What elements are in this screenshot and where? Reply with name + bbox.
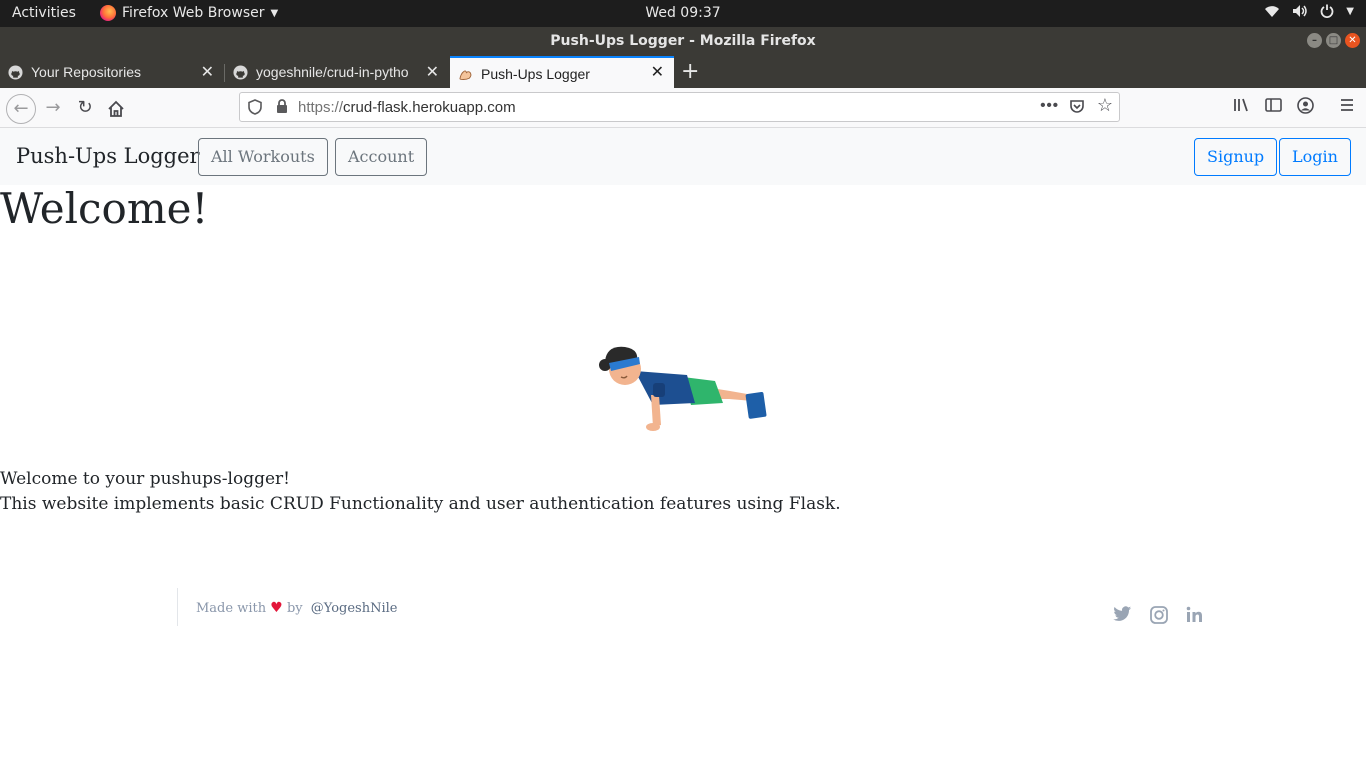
caret-down-icon: ▼ — [1346, 5, 1354, 17]
flexed-arm-icon — [459, 70, 472, 80]
all-workouts-button[interactable]: All Workouts — [198, 138, 328, 176]
github-icon — [233, 65, 248, 80]
power-icon — [1320, 4, 1334, 18]
caret-down-icon: ▼ — [270, 7, 279, 19]
activities-button[interactable]: Activities — [12, 5, 76, 21]
system-tray[interactable]: ▼ — [1264, 4, 1354, 18]
web-page: Push-Ups Logger All Workouts Account Sig… — [0, 128, 1366, 768]
new-tab-button[interactable]: + — [681, 59, 699, 84]
url-bar[interactable]: https://crud-flask.herokuapp.com ••• ☆ — [239, 92, 1120, 122]
instagram-icon[interactable] — [1150, 606, 1168, 624]
tab-label: yogeshnile/crud-in-pytho — [256, 64, 409, 80]
window-title-bar: Push-Ups Logger - Mozilla Firefox – □ ✕ — [0, 27, 1366, 56]
twitter-icon[interactable] — [1113, 606, 1132, 622]
maximize-button[interactable]: □ — [1326, 33, 1341, 48]
site-brand[interactable]: Push-Ups Logger — [16, 144, 200, 168]
lock-icon[interactable] — [276, 99, 288, 114]
footer: Made with ♥ by @YogeshNile — [177, 588, 397, 626]
back-button[interactable]: ← — [6, 94, 36, 124]
page-title: Welcome! — [0, 184, 209, 233]
tab-strip: Your Repositories ✕ yogeshnile/crud-in-p… — [0, 56, 1366, 88]
forward-button[interactable]: → — [41, 96, 65, 120]
minimize-button[interactable]: – — [1307, 33, 1322, 48]
home-button[interactable] — [106, 99, 126, 119]
system-top-bar: Activities Firefox Web Browser ▼ Wed 09:… — [0, 0, 1366, 27]
bookmark-star-icon[interactable]: ☆ — [1097, 95, 1113, 116]
github-icon — [8, 65, 23, 80]
account-button[interactable]: Account — [335, 138, 428, 176]
wifi-icon — [1265, 6, 1280, 17]
footer-credit: Made with ♥ by @YogeshNile — [196, 600, 398, 616]
author-link[interactable]: @YogeshNile — [311, 601, 398, 616]
url-text[interactable]: https://crud-flask.herokuapp.com — [298, 99, 516, 116]
window-title: Push-Ups Logger - Mozilla Firefox — [550, 33, 816, 49]
app-menu-label: Firefox Web Browser — [122, 5, 265, 21]
heart-icon: ♥ — [270, 600, 283, 616]
login-button[interactable]: Login — [1279, 138, 1351, 176]
site-navbar: Push-Ups Logger All Workouts Account Sig… — [0, 128, 1366, 185]
volume-icon — [1293, 5, 1308, 17]
account-icon[interactable] — [1297, 97, 1314, 114]
shield-icon[interactable] — [248, 99, 262, 115]
tab-label: Your Repositories — [31, 64, 141, 80]
page-actions-icon[interactable]: ••• — [1040, 97, 1059, 114]
app-menu[interactable]: Firefox Web Browser ▼ — [100, 5, 278, 21]
tab-crud-repo[interactable]: yogeshnile/crud-in-pytho ✕ — [225, 56, 449, 88]
firefox-icon — [100, 5, 116, 21]
tab-label: Push-Ups Logger — [481, 66, 590, 82]
sidebar-icon[interactable] — [1265, 97, 1282, 113]
close-window-button[interactable]: ✕ — [1345, 33, 1360, 48]
intro-text: Welcome to your pushups-logger! This web… — [0, 467, 841, 517]
reload-button[interactable]: ↻ — [73, 96, 97, 120]
pushup-illustration — [599, 346, 767, 431]
linkedin-icon[interactable] — [1186, 606, 1203, 623]
close-tab-icon[interactable]: ✕ — [201, 62, 214, 82]
tab-your-repositories[interactable]: Your Repositories ✕ — [0, 56, 224, 88]
pocket-icon[interactable] — [1069, 99, 1085, 115]
tab-push-ups-logger[interactable]: Push-Ups Logger ✕ — [450, 56, 674, 88]
signup-button[interactable]: Signup — [1194, 138, 1278, 176]
close-tab-icon[interactable]: ✕ — [651, 62, 664, 82]
library-icon[interactable] — [1233, 97, 1251, 113]
intro-line-2: This website implements basic CRUD Funct… — [0, 494, 841, 514]
intro-line-1: Welcome to your pushups-logger! — [0, 469, 290, 489]
hamburger-menu-icon[interactable] — [1339, 97, 1355, 113]
nav-toolbar: ← → ↻ https://crud-flask.herokuapp.com •… — [0, 88, 1366, 128]
close-tab-icon[interactable]: ✕ — [426, 62, 439, 82]
